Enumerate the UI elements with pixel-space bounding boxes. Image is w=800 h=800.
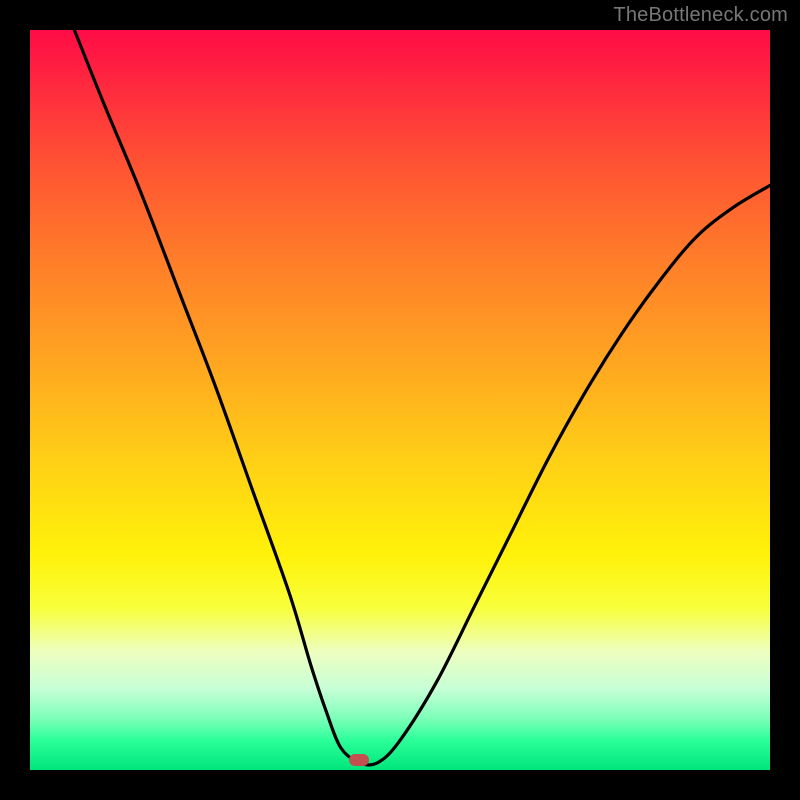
watermark-text: TheBottleneck.com: [613, 4, 788, 27]
min-marker: [349, 754, 369, 766]
bottleneck-curve: [30, 30, 770, 770]
curve-path: [74, 30, 770, 765]
chart-frame: TheBottleneck.com: [0, 0, 800, 800]
